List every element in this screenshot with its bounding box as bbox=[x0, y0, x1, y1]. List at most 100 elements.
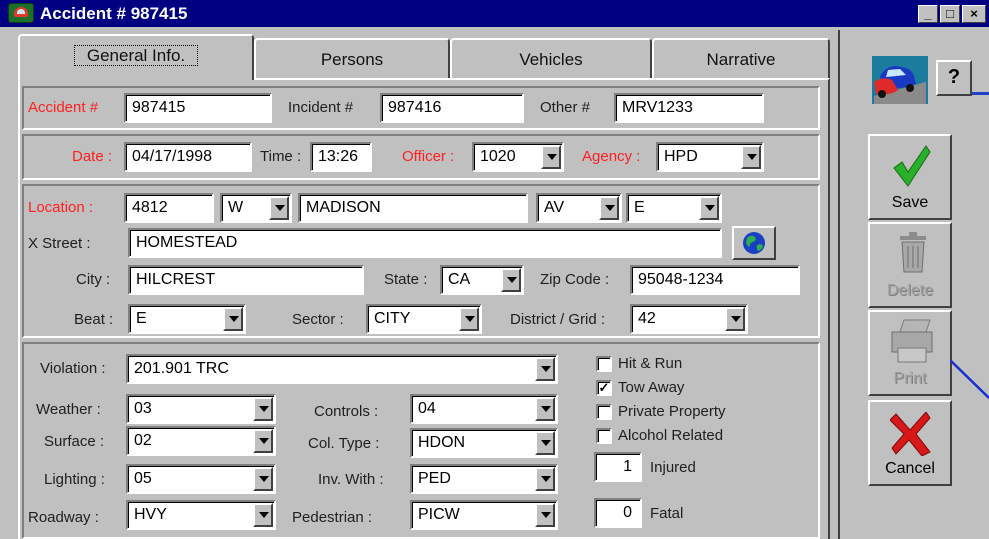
selected-value: HPD bbox=[664, 148, 698, 165]
save-button[interactable]: Save bbox=[868, 134, 952, 220]
selected-value: HDON bbox=[418, 434, 466, 451]
street-name-field[interactable]: MADISON bbox=[298, 193, 528, 223]
chevron-down-icon[interactable] bbox=[253, 429, 273, 453]
accident-app-icon bbox=[8, 3, 34, 23]
chevron-down-icon[interactable] bbox=[535, 397, 555, 421]
help-button[interactable]: ? bbox=[936, 60, 972, 96]
chevron-down-icon[interactable] bbox=[599, 196, 619, 220]
hit-and-run-label: Hit & Run bbox=[618, 355, 683, 372]
controls-label: Controls : bbox=[314, 403, 379, 420]
weather-select[interactable]: 03 bbox=[126, 394, 276, 424]
cross-street-field[interactable]: HOMESTEAD bbox=[128, 228, 722, 258]
weather-label: Weather : bbox=[36, 401, 101, 418]
maximize-button[interactable]: □ bbox=[940, 5, 960, 23]
selected-value: 04 bbox=[418, 400, 436, 417]
selected-value: PICW bbox=[418, 506, 460, 523]
sector-label: Sector : bbox=[292, 311, 344, 328]
tab-persons[interactable]: Persons bbox=[254, 38, 450, 78]
private-property-label: Private Property bbox=[618, 403, 726, 420]
roadway-label: Roadway : bbox=[28, 509, 99, 526]
direction-select[interactable]: W bbox=[220, 193, 292, 223]
save-label: Save bbox=[891, 194, 929, 211]
street-suffix-select[interactable]: E bbox=[626, 193, 722, 223]
close-button[interactable]: × bbox=[962, 5, 986, 23]
delete-label: Delete bbox=[886, 282, 934, 299]
checkmark-icon bbox=[893, 145, 931, 187]
vehicle-crash-icon bbox=[872, 56, 928, 104]
chevron-down-icon[interactable] bbox=[253, 503, 273, 527]
other-number-field[interactable]: MRV1233 bbox=[614, 93, 764, 123]
tab-general-info[interactable]: General Info. bbox=[18, 34, 254, 80]
fatal-count-field[interactable]: 0 bbox=[594, 498, 642, 528]
beat-label: Beat : bbox=[74, 311, 114, 328]
surface-label: Surface : bbox=[44, 433, 105, 450]
tab-vehicles[interactable]: Vehicles bbox=[450, 38, 652, 78]
date-field[interactable]: 04/17/1998 bbox=[124, 142, 252, 172]
chevron-down-icon[interactable] bbox=[501, 268, 521, 292]
cross-street-label: X Street : bbox=[28, 235, 91, 252]
city-label: City : bbox=[76, 271, 111, 288]
chevron-down-icon[interactable] bbox=[741, 145, 761, 169]
private-property-checkbox[interactable] bbox=[596, 404, 612, 420]
chevron-down-icon[interactable] bbox=[253, 397, 273, 421]
delete-button[interactable]: Delete bbox=[868, 222, 952, 308]
street-type-select[interactable]: AV bbox=[536, 193, 622, 223]
tow-away-checkbox[interactable]: ✓ bbox=[596, 380, 612, 396]
lighting-select[interactable]: 05 bbox=[126, 464, 276, 494]
selected-value: CA bbox=[448, 271, 471, 288]
alcohol-related-checkbox[interactable] bbox=[596, 428, 612, 444]
cancel-button[interactable]: Cancel bbox=[868, 400, 952, 486]
chevron-down-icon[interactable] bbox=[253, 467, 273, 491]
chevron-down-icon[interactable] bbox=[535, 467, 555, 491]
beat-select[interactable]: E bbox=[128, 304, 246, 334]
pedestrian-select[interactable]: PICW bbox=[410, 500, 558, 530]
selected-value: PED bbox=[418, 470, 451, 487]
window-title: Accident # 987415 bbox=[40, 4, 188, 23]
controls-select[interactable]: 04 bbox=[410, 394, 558, 424]
city-field[interactable]: HILCREST bbox=[128, 265, 364, 295]
hit-and-run-checkbox[interactable] bbox=[596, 356, 612, 372]
state-select[interactable]: CA bbox=[440, 265, 524, 295]
tab-label: Persons bbox=[320, 50, 384, 69]
tab-narrative[interactable]: Narrative bbox=[652, 38, 830, 78]
street-number-field[interactable]: 4812 bbox=[124, 193, 214, 223]
chevron-down-icon[interactable] bbox=[223, 307, 243, 331]
minimize-button[interactable]: _ bbox=[918, 5, 938, 23]
injured-label: Injured bbox=[650, 459, 696, 476]
chevron-down-icon[interactable] bbox=[699, 196, 719, 220]
time-field[interactable]: 13:26 bbox=[310, 142, 372, 172]
violation-select[interactable]: 201.901 TRC bbox=[126, 354, 558, 384]
involved-with-select[interactable]: PED bbox=[410, 464, 558, 494]
chevron-down-icon[interactable] bbox=[269, 196, 289, 220]
accident-number-field[interactable]: 987415 bbox=[124, 93, 272, 123]
surface-select[interactable]: 02 bbox=[126, 426, 276, 456]
chevron-down-icon[interactable] bbox=[535, 357, 555, 381]
selected-value: HVY bbox=[134, 506, 167, 523]
chevron-down-icon[interactable] bbox=[535, 431, 555, 455]
officer-select[interactable]: 1020 bbox=[472, 142, 564, 172]
chevron-down-icon[interactable] bbox=[541, 145, 561, 169]
collision-type-label: Col. Type : bbox=[308, 435, 380, 452]
help-icon: ? bbox=[947, 66, 961, 88]
date-label: Date : bbox=[72, 148, 113, 165]
print-button[interactable]: Print bbox=[868, 310, 952, 396]
zip-code-field[interactable]: 95048-1234 bbox=[630, 265, 800, 295]
injured-count-field[interactable]: 1 bbox=[594, 452, 642, 482]
roadway-select[interactable]: HVY bbox=[126, 500, 276, 530]
help-underline bbox=[972, 92, 989, 95]
chevron-down-icon[interactable] bbox=[535, 503, 555, 527]
selected-value: CITY bbox=[374, 310, 411, 327]
globe-icon bbox=[743, 232, 765, 254]
district-grid-select[interactable]: 42 bbox=[630, 304, 748, 334]
print-label: Print bbox=[893, 370, 927, 387]
involved-with-label: Inv. With : bbox=[318, 471, 384, 488]
selected-value: E bbox=[634, 199, 645, 216]
map-lookup-button[interactable] bbox=[732, 226, 776, 260]
sector-select[interactable]: CITY bbox=[366, 304, 482, 334]
chevron-down-icon[interactable] bbox=[459, 307, 479, 331]
incident-number-field[interactable]: 987416 bbox=[380, 93, 524, 123]
collision-type-select[interactable]: HDON bbox=[410, 428, 558, 458]
agency-select[interactable]: HPD bbox=[656, 142, 764, 172]
chevron-down-icon[interactable] bbox=[725, 307, 745, 331]
pedestrian-label: Pedestrian : bbox=[292, 509, 373, 526]
